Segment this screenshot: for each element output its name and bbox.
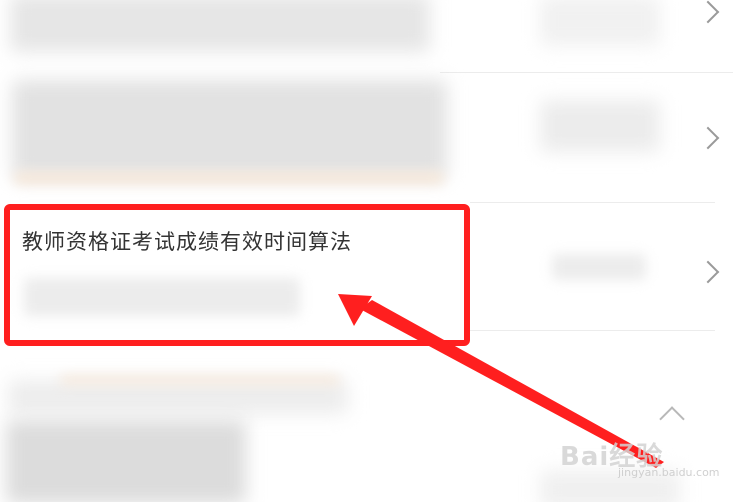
watermark-url: jingyan.baidu.com <box>618 466 720 479</box>
article-list-screen: 教师资格证考试成绩有效时间算法 Bai经验 jingyan.baidu.com <box>0 0 733 502</box>
watermark: Bai经验 jingyan.baidu.com <box>560 436 720 496</box>
annotation-arrow <box>338 294 664 468</box>
